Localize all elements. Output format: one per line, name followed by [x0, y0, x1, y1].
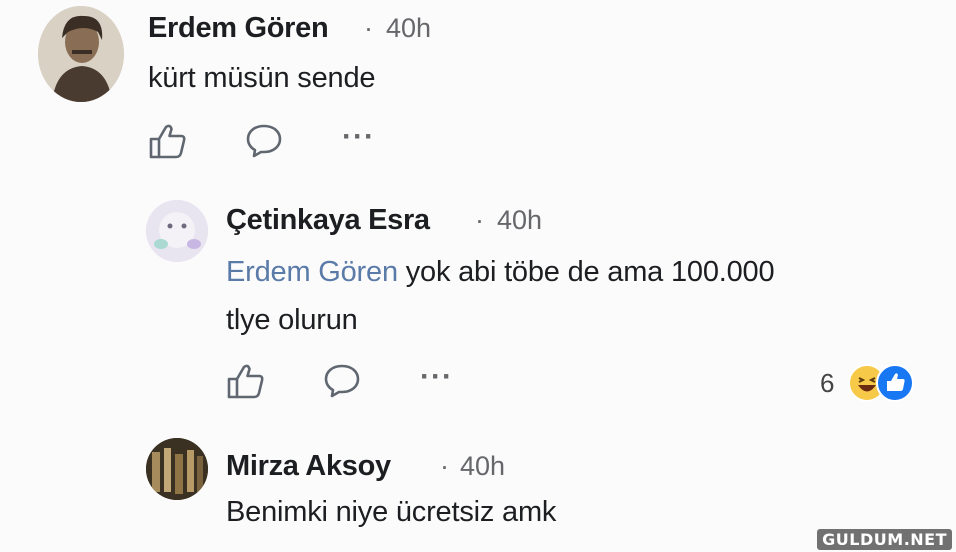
comment-text: Benimki niye ücretsiz amk: [226, 496, 557, 528]
more-options-icon[interactable]: ···: [342, 122, 375, 152]
reaction-count[interactable]: 6: [820, 368, 834, 399]
comment-icon[interactable]: [322, 362, 362, 400]
comment-text-line-1: Erdem Gören yok abi töbe de ama 100.000: [226, 256, 775, 289]
timestamp[interactable]: 40h: [497, 205, 542, 236]
avatar-cetinkaya[interactable]: [146, 200, 208, 262]
separator-dot: ·: [475, 205, 484, 235]
comment-icon[interactable]: [244, 122, 284, 160]
timestamp[interactable]: 40h: [386, 13, 431, 44]
more-options-icon[interactable]: ···: [420, 362, 453, 392]
like-icon[interactable]: [226, 362, 266, 400]
reply-text: yok abi töbe de ama 100.000: [397, 256, 775, 288]
like-reaction-icon: [876, 364, 914, 402]
separator-dot: ·: [440, 451, 449, 481]
avatar-erdem[interactable]: [38, 6, 124, 102]
comment-text: kürt müsün sende: [148, 62, 376, 94]
author-name[interactable]: Erdem Gören: [148, 12, 329, 45]
timestamp[interactable]: 40h: [460, 451, 505, 482]
avatar-mirza[interactable]: [146, 438, 208, 500]
mention-link[interactable]: Erdem Gören: [226, 256, 398, 288]
comment-text-line-2: tlye olurun: [226, 304, 358, 336]
watermark: GULDUM.NET: [817, 529, 952, 550]
like-icon[interactable]: [148, 122, 188, 160]
author-name[interactable]: Çetinkaya Esra: [226, 204, 430, 237]
author-name[interactable]: Mirza Aksoy: [226, 450, 391, 483]
separator-dot: ·: [364, 13, 373, 43]
